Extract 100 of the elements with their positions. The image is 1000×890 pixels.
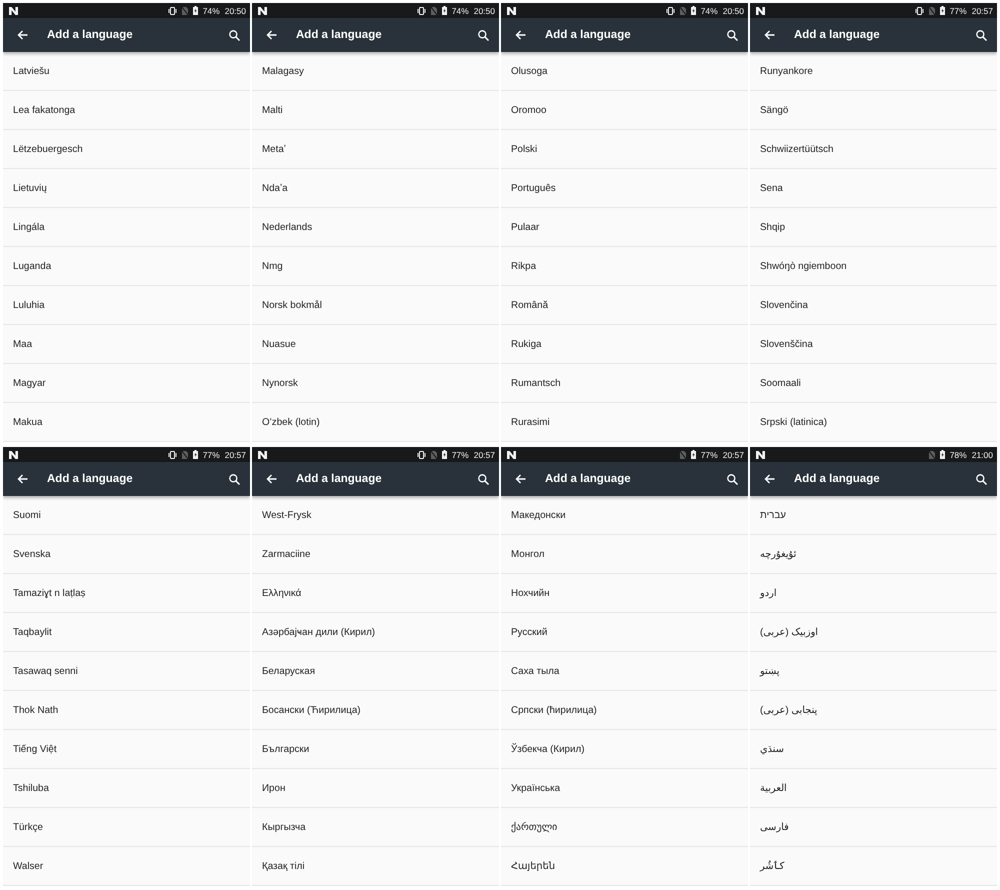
back-arrow-icon xyxy=(514,474,526,484)
language-item[interactable]: Nmg xyxy=(252,247,499,286)
language-item[interactable]: West-Frysk xyxy=(252,496,499,535)
language-item[interactable]: Rikpa xyxy=(501,247,748,286)
language-item[interactable]: Lietuvių xyxy=(3,169,250,208)
language-item[interactable]: Tiếng Việt xyxy=(3,730,250,769)
screen-title: Add a language xyxy=(545,473,632,485)
language-item[interactable]: Нохчийн xyxy=(501,574,748,613)
language-item[interactable]: Slovenčina xyxy=(750,286,997,325)
battery-icon xyxy=(192,450,198,459)
language-item[interactable]: Кыргызча xyxy=(252,808,499,847)
battery-percent: 77% xyxy=(950,6,967,16)
language-item[interactable]: Tamaziɣt n laṭlaṣ xyxy=(3,574,250,613)
language-item[interactable]: Srpski (latinica) xyxy=(750,403,997,442)
language-item[interactable]: Nynorsk xyxy=(252,364,499,403)
language-item[interactable]: Shqip xyxy=(750,208,997,247)
language-item[interactable]: Português xyxy=(501,169,748,208)
language-item[interactable]: Lea fakatonga xyxy=(3,91,250,130)
language-item[interactable]: Malti xyxy=(252,91,499,130)
language-item[interactable]: پنجابی (عربی) xyxy=(750,691,997,730)
language-item[interactable]: Magyar xyxy=(3,364,250,403)
language-item[interactable]: Norsk bokmål xyxy=(252,286,499,325)
no-sim-icon xyxy=(680,450,686,458)
language-item[interactable]: ქართული xyxy=(501,808,748,847)
language-item[interactable]: Shwóŋò ngiemboon xyxy=(750,247,997,286)
language-item[interactable]: Саха тыла xyxy=(501,652,748,691)
screen-title: Add a language xyxy=(794,29,881,41)
no-sim-icon xyxy=(182,450,188,458)
language-item[interactable]: Ирон xyxy=(252,769,499,808)
no-sim-icon xyxy=(430,6,437,14)
nfc-icon xyxy=(9,450,18,458)
language-item[interactable]: Азәрбајҹан дили (Кирил) xyxy=(252,613,499,652)
language-item[interactable]: Sena xyxy=(750,169,997,208)
language-item[interactable]: Босански (Ћирилица) xyxy=(252,691,499,730)
language-item[interactable]: Pulaar xyxy=(501,208,748,247)
language-item[interactable]: Polski xyxy=(501,130,748,169)
language-item[interactable]: Rurasimi xyxy=(501,403,748,442)
nfc-icon xyxy=(258,6,267,14)
language-item[interactable]: Thok Nath xyxy=(3,691,250,730)
language-item[interactable]: سنڌي xyxy=(750,730,997,769)
language-item[interactable]: Ўзбекча (Кирил) xyxy=(501,730,748,769)
battery-percent: 77% xyxy=(700,450,718,460)
language-item[interactable]: فارسی xyxy=(750,808,997,847)
battery-icon xyxy=(442,6,447,15)
battery-percent: 77% xyxy=(452,450,469,460)
language-item[interactable]: Suomi xyxy=(3,496,250,535)
language-item[interactable]: Zarmaciine xyxy=(252,535,499,574)
language-item[interactable]: Rumantsch xyxy=(501,364,748,403)
language-item[interactable]: עברית xyxy=(750,496,997,535)
language-item[interactable]: Malagasy xyxy=(252,52,499,91)
language-item[interactable]: Svenska xyxy=(3,535,250,574)
language-item[interactable]: Oromoo xyxy=(501,91,748,130)
language-item[interactable]: Maa xyxy=(3,325,250,364)
battery-icon xyxy=(442,450,447,459)
back-arrow-icon xyxy=(16,474,28,484)
language-item[interactable]: العربية xyxy=(750,769,997,808)
search-icon xyxy=(228,474,240,484)
language-item[interactable]: Taqbaylit xyxy=(3,613,250,652)
language-item[interactable]: Türkçe xyxy=(3,808,250,847)
language-item[interactable]: Slovenščina xyxy=(750,325,997,364)
language-item[interactable]: Հայերեն xyxy=(501,847,748,886)
language-item[interactable]: Македонски xyxy=(501,496,748,535)
language-item[interactable]: Nederlands xyxy=(252,208,499,247)
back-arrow-icon xyxy=(266,474,276,484)
language-item[interactable]: اردو xyxy=(750,574,997,613)
language-item[interactable]: Nuasue xyxy=(252,325,499,364)
language-item[interactable]: Lingála xyxy=(3,208,250,247)
language-item[interactable]: Rukiga xyxy=(501,325,748,364)
language-item[interactable]: Luluhia xyxy=(3,286,250,325)
language-item[interactable]: Українська xyxy=(501,769,748,808)
language-item[interactable]: Lëtzebuergesch xyxy=(3,130,250,169)
language-item[interactable]: Oʻzbek (lotin) xyxy=(252,403,499,442)
language-item[interactable]: Ndaʼa xyxy=(252,169,499,208)
language-item[interactable]: Runyankore xyxy=(750,52,997,91)
screen-title: Add a language xyxy=(47,29,134,41)
language-item[interactable]: Română xyxy=(501,286,748,325)
language-item[interactable]: Tshiluba xyxy=(3,769,250,808)
language-item[interactable]: Български xyxy=(252,730,499,769)
language-item[interactable]: Қазақ тілі xyxy=(252,847,499,886)
language-item[interactable]: Tasawaq senni xyxy=(3,652,250,691)
language-item[interactable]: Sängö xyxy=(750,91,997,130)
language-item[interactable]: Schwiizertüütsch xyxy=(750,130,997,169)
language-item[interactable]: Metaʼ xyxy=(252,130,499,169)
language-item[interactable]: کٲشُر xyxy=(750,847,997,886)
language-item[interactable]: Makua xyxy=(3,403,250,442)
language-item[interactable]: Ελληνικά xyxy=(252,574,499,613)
language-item[interactable]: ئۇيغۇرچە xyxy=(750,535,997,574)
language-item[interactable]: Latviešu xyxy=(3,52,250,91)
no-sim-icon xyxy=(680,6,686,14)
language-item[interactable]: Српски (ћирилица) xyxy=(501,691,748,730)
language-item[interactable]: Русский xyxy=(501,613,748,652)
language-item[interactable]: Olusoga xyxy=(501,52,748,91)
language-item[interactable]: Soomaali xyxy=(750,364,997,403)
nfc-icon xyxy=(9,6,18,14)
language-item[interactable]: Монгол xyxy=(501,535,748,574)
language-item[interactable]: اوزبیک (عربی) xyxy=(750,613,997,652)
language-item[interactable]: Walser xyxy=(3,847,250,886)
language-item[interactable]: پښتو xyxy=(750,652,997,691)
language-item[interactable]: Luganda xyxy=(3,247,250,286)
language-item[interactable]: Беларуская xyxy=(252,652,499,691)
